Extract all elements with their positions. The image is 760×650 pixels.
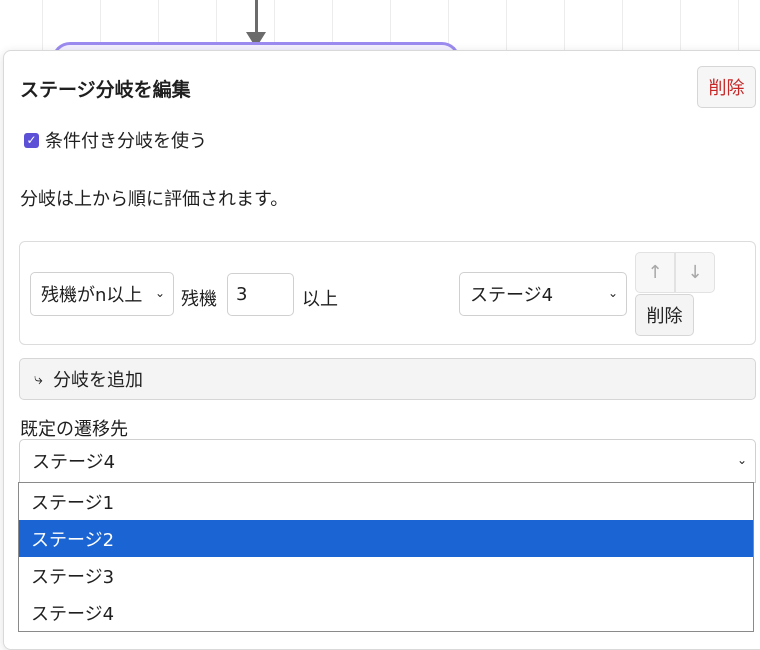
move-up-button[interactable]: ↑	[635, 252, 675, 293]
chevron-down-icon: ⌄	[607, 286, 618, 300]
condition-suffix-label: 以上	[302, 289, 338, 310]
add-branch-label: 分岐を追加	[52, 370, 143, 391]
condition-select-value: 残機がn以上	[41, 285, 143, 306]
dropdown-option[interactable]: ステージ1	[19, 483, 753, 520]
condition-select[interactable]: 残機がn以上 ⌄	[30, 272, 174, 316]
chevron-down-icon: ⌄	[154, 286, 165, 300]
condition-prefix-label: 残機	[181, 289, 217, 310]
panel-title: ステージ分岐を編集	[20, 79, 191, 101]
dropdown-option-highlighted[interactable]: ステージ2	[19, 520, 753, 557]
conditional-branch-toggle[interactable]: ✓ 条件付き分岐を使う	[24, 127, 207, 153]
move-down-button[interactable]: ↓	[675, 252, 715, 293]
default-target-value: ステージ4	[32, 452, 116, 473]
checkbox-checked-icon[interactable]: ✓	[24, 132, 39, 148]
dropdown-option[interactable]: ステージ4	[19, 594, 753, 631]
branch-row: 残機がn以上 ⌄ 残機 3 以上 ステージ4 ⌄ ↑ ↓ 削除	[19, 241, 756, 345]
threshold-input[interactable]: 3	[227, 273, 294, 316]
delete-button[interactable]: 削除	[697, 66, 756, 108]
canvas-arrow-line	[255, 0, 258, 36]
add-branch-button[interactable]: ⤷ 分岐を追加	[19, 358, 756, 400]
default-target-dropdown: ステージ1 ステージ2 ステージ3 ステージ4	[18, 482, 754, 632]
threshold-value: 3	[236, 284, 248, 305]
evaluation-order-description: 分岐は上から順に評価されます。	[20, 189, 289, 210]
default-target-label: 既定の遷移先	[20, 419, 128, 440]
branch-target-select[interactable]: ステージ4 ⌄	[459, 272, 627, 316]
chevron-down-icon: ⌄	[736, 453, 747, 467]
conditional-branch-label: 条件付き分岐を使う	[45, 131, 207, 152]
default-target-select[interactable]: ステージ4 ⌄	[19, 439, 756, 483]
delete-branch-button[interactable]: 削除	[635, 294, 694, 336]
dropdown-option[interactable]: ステージ3	[19, 557, 753, 594]
branch-add-icon: ⤷	[34, 369, 43, 388]
branch-target-value: ステージ4	[470, 285, 554, 306]
